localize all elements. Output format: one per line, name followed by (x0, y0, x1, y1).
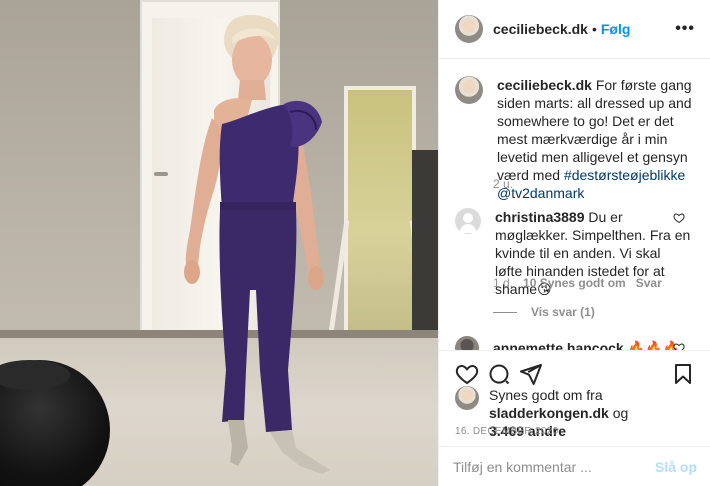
view-replies-button[interactable]: Vis svar (1) (493, 305, 595, 319)
comment-body: annemette.hancock 🔥🔥🔥 (493, 340, 680, 351)
likes-prefix: Synes godt om fra (489, 387, 603, 403)
post-photo[interactable] (0, 0, 438, 486)
default-avatar-icon[interactable] (455, 208, 481, 234)
caption-body: ceciliebeck.dk For første gang siden mar… (497, 76, 697, 202)
replies-line (493, 311, 517, 313)
bookmark-icon[interactable] (667, 358, 699, 390)
author-avatar[interactable] (455, 15, 483, 43)
comment-icon[interactable] (483, 358, 515, 390)
comment-username[interactable]: christina3889 (495, 209, 585, 225)
post-date[interactable]: 16. DECEMBER 2020 (455, 426, 558, 437)
share-icon[interactable] (515, 358, 547, 390)
caption-avatar[interactable] (455, 76, 483, 104)
comment-username[interactable]: annemette.hancock (493, 340, 624, 351)
like-comment-heart-icon[interactable] (673, 342, 685, 350)
like-comment-heart-icon[interactable] (673, 212, 685, 227)
post-comment-button[interactable]: Slå op (655, 459, 697, 475)
commenter-avatar[interactable] (455, 336, 479, 350)
post-caption: ceciliebeck.dk For første gang siden mar… (455, 76, 699, 202)
comment-likes[interactable]: 10 Synes godt om (523, 276, 626, 290)
caption-username[interactable]: ceciliebeck.dk (497, 77, 592, 93)
more-options-icon[interactable]: ••• (675, 20, 695, 38)
instagram-post: ceciliebeck.dk • Følg ••• ceciliebeck.dk… (0, 0, 710, 486)
likes-connector: og (608, 405, 629, 421)
post-side-panel: ceciliebeck.dk • Følg ••• ceciliebeck.dk… (438, 0, 710, 486)
post-header: ceciliebeck.dk • Følg ••• (439, 0, 710, 59)
reply-button[interactable]: Svar (636, 276, 662, 290)
comments-section[interactable]: ceciliebeck.dk For første gang siden mar… (439, 60, 710, 350)
add-comment-bar: Slå op (439, 446, 710, 486)
separator-dot: • (591, 21, 597, 37)
caption-timestamp[interactable]: 2 u. (493, 177, 513, 191)
comment-input[interactable] (453, 458, 655, 475)
woman-in-purple-jumpsuit (184, 14, 330, 474)
comment-timestamp[interactable]: 1 d. (493, 276, 513, 290)
author-username[interactable]: ceciliebeck.dk (493, 21, 588, 37)
comment-meta: 1 d. 10 Synes godt om Svar (493, 276, 662, 290)
comment-item: annemette.hancock 🔥🔥🔥 (455, 336, 699, 350)
liker-avatar[interactable] (455, 386, 479, 410)
hashtag-link[interactable]: #destørsteøjeblikke (564, 167, 685, 183)
follow-button[interactable]: Følg (601, 21, 631, 37)
liker-username[interactable]: sladderkongen.dk (489, 405, 609, 421)
heart-icon[interactable] (451, 358, 483, 390)
view-replies-label: Vis svar (1) (531, 305, 595, 319)
